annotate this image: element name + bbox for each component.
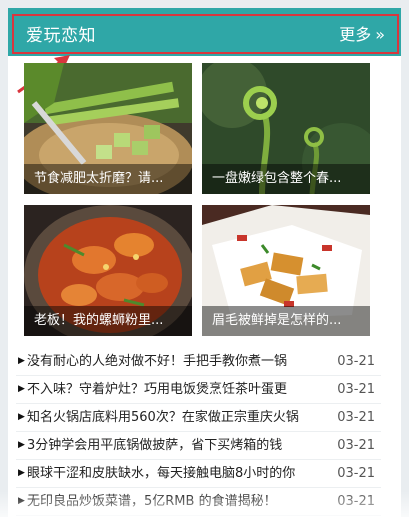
news-title: 不入味？守着炉灶？巧用电饭煲烹饪茶叶蛋更 <box>27 382 288 397</box>
card-caption: 节食减肥太折磨？请... <box>24 164 192 194</box>
list-item[interactable]: ▶ 3分钟学会用平底锅做披萨，省下买烤箱的钱 03-21 <box>16 432 381 460</box>
bullet-icon: ▶ <box>18 356 25 366</box>
article-card-2[interactable]: 一盘嫩绿包含整个春... <box>202 63 370 194</box>
news-date: 03-21 <box>337 382 375 397</box>
news-title: 知名火锅店底料用560次？在家做正宗重庆火锅 <box>27 410 299 425</box>
list-item[interactable]: ▶ 无印良品炒饭菜谱，5亿RMB 的食谱揭秘！ 03-21 <box>16 488 381 516</box>
bullet-icon: ▶ <box>18 384 25 394</box>
card-caption: 老板！我的螺蛳粉里... <box>24 306 192 336</box>
bullet-icon: ▶ <box>18 468 25 478</box>
article-card-1[interactable]: 节食减肥太折磨？请... <box>24 63 192 194</box>
news-title: 3分钟学会用平底锅做披萨，省下买烤箱的钱 <box>27 438 283 453</box>
news-date: 03-21 <box>337 354 375 369</box>
card-caption: 眉毛被鲜掉是怎样的... <box>202 306 370 336</box>
list-item[interactable]: ▶ 不入味？守着炉灶？巧用电饭煲烹饪茶叶蛋更 03-21 <box>16 376 381 404</box>
news-date: 03-21 <box>337 410 375 425</box>
news-title: 无印良品炒饭菜谱，5亿RMB 的食谱揭秘！ <box>27 494 277 509</box>
list-item[interactable]: ▶ 知名火锅店底料用560次？在家做正宗重庆火锅 03-21 <box>16 404 381 432</box>
list-item[interactable]: ▶ 眼球干涩和皮肤缺水，每天接触电脑8小时的你 03-21 <box>16 460 381 488</box>
news-date: 03-21 <box>337 494 375 509</box>
news-title: 没有耐心的人绝对做不好！手把手教你煮一锅 <box>27 354 288 369</box>
bullet-icon: ▶ <box>18 412 25 422</box>
news-date: 03-21 <box>337 466 375 481</box>
article-card-3[interactable]: 老板！我的螺蛳粉里... <box>24 205 192 336</box>
news-title: 眼球干涩和皮肤缺水，每天接触电脑8小时的你 <box>27 466 296 481</box>
news-date: 03-21 <box>337 438 375 453</box>
bullet-icon: ▶ <box>18 440 25 450</box>
news-list: ▶ 没有耐心的人绝对做不好！手把手教你煮一锅 03-21 ▶ 不入味？守着炉灶？… <box>16 348 381 516</box>
list-item[interactable]: ▶ 没有耐心的人绝对做不好！手把手教你煮一锅 03-21 <box>16 348 381 376</box>
card-caption: 一盘嫩绿包含整个春... <box>202 164 370 194</box>
bullet-icon: ▶ <box>18 496 25 506</box>
highlight-box <box>12 14 399 54</box>
article-card-4[interactable]: 眉毛被鲜掉是怎样的... <box>202 205 370 336</box>
